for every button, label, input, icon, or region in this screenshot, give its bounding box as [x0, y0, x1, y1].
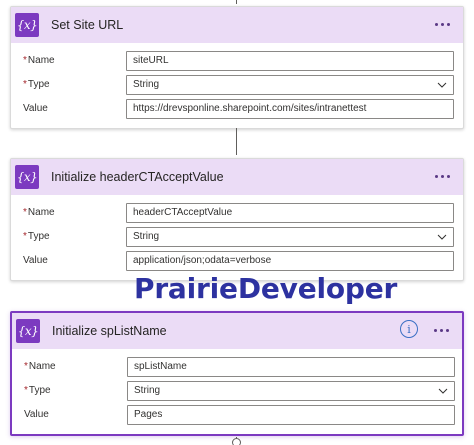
- type-select-value: String: [134, 385, 161, 396]
- watermark-text: PrairieDeveloper: [134, 272, 398, 305]
- field-label: Name: [27, 55, 55, 66]
- field-label: Type: [27, 231, 50, 242]
- add-step-handle[interactable]: [232, 438, 241, 445]
- type-select-value: String: [133, 231, 160, 242]
- name-input[interactable]: siteURL: [126, 51, 454, 71]
- more-options-button[interactable]: [428, 321, 454, 339]
- field-label: Value: [23, 255, 48, 266]
- field-label: Name: [27, 207, 55, 218]
- card-header[interactable]: {x} Initialize headerCTAcceptValue: [11, 159, 463, 195]
- value-input[interactable]: application/json;odata=verbose: [126, 251, 454, 271]
- required-marker: *: [24, 385, 28, 396]
- field-row-name: *Name headerCTAcceptValue: [11, 201, 463, 225]
- variable-icon: {x}: [15, 13, 39, 37]
- required-marker: *: [23, 55, 27, 66]
- value-input[interactable]: Pages: [127, 405, 455, 425]
- field-row-value: Value application/json;odata=verbose: [11, 249, 463, 273]
- required-marker: *: [23, 231, 27, 242]
- more-options-button[interactable]: [429, 167, 455, 185]
- variable-icon: {x}: [15, 165, 39, 189]
- name-input[interactable]: spListName: [127, 357, 455, 377]
- card-title: Set Site URL: [51, 18, 124, 32]
- field-row-value: Value https://drevsponline.sharepoint.co…: [11, 97, 463, 121]
- card-header[interactable]: {x} Initialize spListName i: [12, 313, 462, 349]
- connector-line-top: [236, 0, 237, 4]
- required-marker: *: [23, 79, 27, 90]
- flow-designer-canvas: {x} Set Site URL *Name siteURL *Type Str…: [0, 0, 474, 445]
- field-label: Type: [28, 385, 51, 396]
- variable-icon: {x}: [16, 319, 40, 343]
- field-row-name: *Name siteURL: [11, 49, 463, 73]
- action-card-initialize-splistname[interactable]: {x} Initialize spListName i *Name spList…: [10, 311, 464, 436]
- required-marker: *: [24, 361, 28, 372]
- field-label: Name: [28, 361, 56, 372]
- chevron-down-icon: [437, 82, 447, 88]
- value-input[interactable]: https://drevsponline.sharepoint.com/site…: [126, 99, 454, 119]
- field-row-type: *Type String: [12, 379, 462, 403]
- connector-line: [236, 128, 237, 155]
- action-card-set-site-url[interactable]: {x} Set Site URL *Name siteURL *Type Str…: [10, 6, 464, 129]
- chevron-down-icon: [438, 388, 448, 394]
- type-select[interactable]: String: [127, 381, 455, 401]
- chevron-down-icon: [437, 234, 447, 240]
- card-title: Initialize spListName: [52, 324, 167, 338]
- field-label: Type: [27, 79, 50, 90]
- field-row-name: *Name spListName: [12, 355, 462, 379]
- name-input[interactable]: headerCTAcceptValue: [126, 203, 454, 223]
- required-marker: *: [23, 207, 27, 218]
- type-select-value: String: [133, 79, 160, 90]
- field-row-type: *Type String: [11, 225, 463, 249]
- field-row-type: *Type String: [11, 73, 463, 97]
- more-options-button[interactable]: [429, 15, 455, 33]
- type-select[interactable]: String: [126, 75, 454, 95]
- action-card-initialize-header[interactable]: {x} Initialize headerCTAcceptValue *Name…: [10, 158, 464, 281]
- card-title: Initialize headerCTAcceptValue: [51, 170, 224, 184]
- type-select[interactable]: String: [126, 227, 454, 247]
- field-label: Value: [24, 409, 49, 420]
- field-label: Value: [23, 103, 48, 114]
- field-row-value: Value Pages: [12, 403, 462, 427]
- info-icon[interactable]: i: [400, 320, 418, 338]
- card-header[interactable]: {x} Set Site URL: [11, 7, 463, 43]
